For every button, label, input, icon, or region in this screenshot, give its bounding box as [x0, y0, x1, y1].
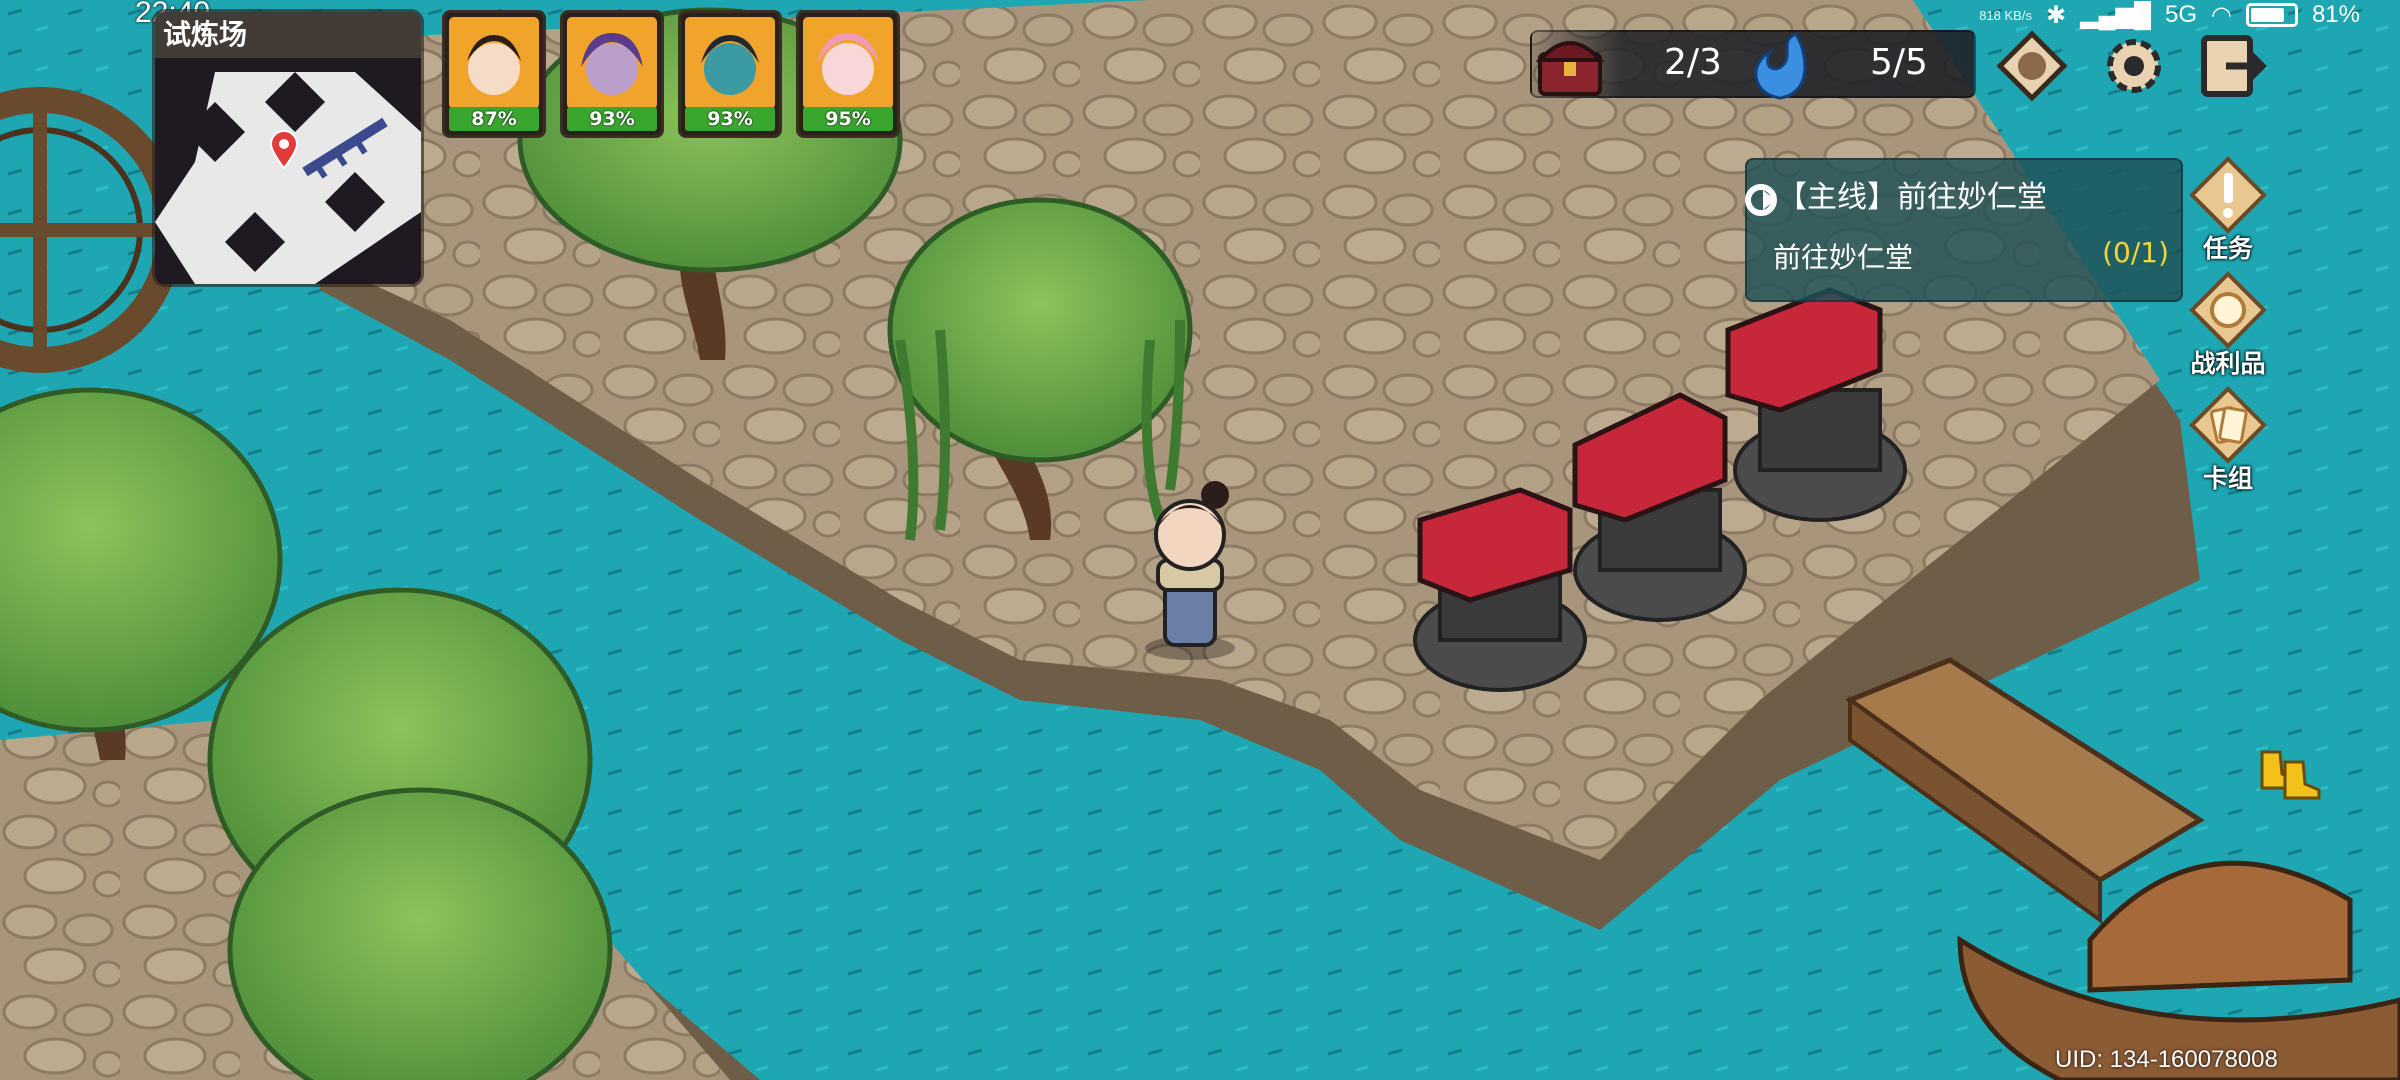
- water-spirit-icon: [1754, 32, 1807, 100]
- signal-label: 5G: [2164, 1, 2197, 28]
- energy-count: 5/5: [1870, 42, 1928, 83]
- map-icon[interactable]: [1996, 30, 2068, 102]
- user-id: UID: 134-160078008: [2055, 1046, 2278, 1073]
- portrait-icon: [685, 17, 775, 109]
- signal-icon: ▂▄▆█: [2080, 1, 2151, 29]
- party-member-hp: 95%: [803, 107, 893, 131]
- deck-button[interactable]: 卡组: [2180, 385, 2276, 495]
- party-roster: 87% 93% 93% 95%: [442, 10, 900, 138]
- resource-bar: 2/3 5/5: [1530, 30, 1976, 100]
- tasks-label: 任务: [2202, 234, 2253, 263]
- portrait-icon: [567, 17, 657, 109]
- treasure-chest-icon: [1535, 41, 1605, 96]
- tasks-button[interactable]: 任务: [2180, 155, 2276, 265]
- red-stamper[interactable]: [1413, 487, 1587, 692]
- willow-tree: [207, 587, 613, 1080]
- party-member[interactable]: 93%: [678, 10, 782, 138]
- portrait-icon: [449, 17, 539, 109]
- party-member-hp: 87%: [449, 107, 539, 131]
- party-member-hp: 93%: [567, 107, 657, 131]
- bluetooth-icon: ✱: [2045, 1, 2067, 29]
- exclamation-icon: [2189, 156, 2267, 234]
- minimap[interactable]: 试炼场: [155, 12, 421, 284]
- red-stamper[interactable]: [1725, 287, 1907, 522]
- deck-label: 卡组: [2202, 464, 2253, 493]
- loot-label: 战利品: [2190, 349, 2266, 378]
- quest-title: 【主线】前往妙仁堂: [1777, 180, 2047, 215]
- settings-icon[interactable]: [2098, 30, 2170, 102]
- loot-button[interactable]: 战利品: [2180, 270, 2276, 380]
- wifi-icon: ◠: [2211, 1, 2232, 29]
- location-pin-icon: [269, 130, 299, 170]
- party-member[interactable]: 87%: [442, 10, 546, 138]
- quest-panel[interactable]: 【主线】前往妙仁堂 前往妙仁堂 (0/1): [1745, 158, 2183, 302]
- minimap-title: 试炼场: [155, 12, 421, 58]
- quest-objective: 前往妙仁堂: [1773, 241, 1914, 274]
- battery-icon: [2245, 3, 2298, 27]
- exit-icon[interactable]: [2196, 30, 2268, 102]
- network-speed: 818 KB/s: [1979, 7, 2032, 23]
- quest-track-icon: [1745, 184, 1777, 216]
- chest-count: 2/3: [1664, 42, 1722, 83]
- quest-progress: (0/1): [2102, 236, 2169, 269]
- party-member[interactable]: 95%: [796, 10, 900, 138]
- battery-percent: 81%: [2311, 1, 2360, 28]
- cards-icon: [2189, 386, 2267, 464]
- portrait-icon: [803, 17, 893, 109]
- loot-icon: [2189, 271, 2267, 349]
- party-member[interactable]: 93%: [560, 10, 664, 138]
- status-bar: 818 KB/s ✱ ▂▄▆█ 5G ◠ 81%: [1979, 0, 2360, 30]
- party-member-hp: 93%: [685, 107, 775, 131]
